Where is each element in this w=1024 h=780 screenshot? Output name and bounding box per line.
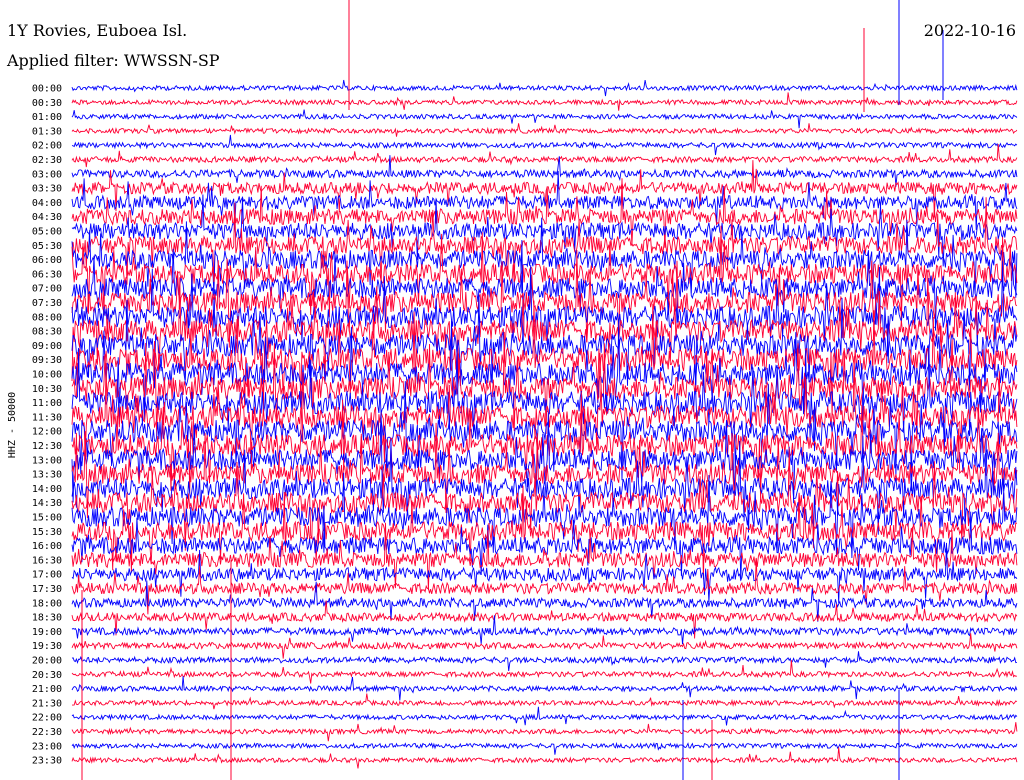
time-tick-label: 21:30: [32, 698, 62, 709]
time-tick-label: 10:30: [32, 384, 62, 395]
time-tick-label: 00:30: [32, 98, 62, 109]
time-tick-label: 11:00: [32, 398, 62, 409]
time-tick-label: 00:00: [32, 84, 62, 95]
helicorder-chart: 00:00 00:30 01:00 01:30 02:00 02:30 03:00 03:30…: [0, 0, 1024, 780]
time-tick-label: 19:30: [32, 641, 62, 652]
filter-label: Applied filter: WWSSN-SP: [6, 51, 220, 70]
time-tick-label: 03:00: [32, 169, 62, 180]
station-title: 1Y Rovies, Euboea Isl.: [7, 21, 187, 40]
time-tick-label: 08:00: [32, 312, 62, 323]
time-tick-label: 14:00: [32, 484, 62, 495]
time-tick-label: 19:00: [32, 627, 62, 638]
date-label: 2022-10-16: [924, 21, 1016, 40]
time-tick-label: 06:30: [32, 269, 62, 280]
time-tick-label: 18:00: [32, 598, 62, 609]
time-tick-label: 22:30: [32, 727, 62, 738]
time-tick-label: 01:30: [32, 126, 62, 137]
time-tick-label: 05:30: [32, 241, 62, 252]
time-tick-label: 23:30: [32, 756, 62, 767]
time-tick-label: 08:30: [32, 327, 62, 338]
time-tick-label: 16:00: [32, 541, 62, 552]
time-tick-label: 12:30: [32, 441, 62, 452]
time-tick-label: 04:30: [32, 212, 62, 223]
time-tick-label: 13:30: [32, 470, 62, 481]
time-tick-label: 07:30: [32, 298, 62, 309]
time-tick-label: 20:30: [32, 670, 62, 681]
time-tick-label: 09:30: [32, 355, 62, 366]
time-tick-label: 23:00: [32, 741, 62, 752]
time-tick-label: 07:00: [32, 284, 62, 295]
time-tick-label: 12:00: [32, 427, 62, 438]
time-tick-label: 11:30: [32, 412, 62, 423]
time-tick-label: 02:30: [32, 155, 62, 166]
time-tick-label: 20:00: [32, 656, 62, 667]
time-tick-label: 10:00: [32, 370, 62, 381]
time-tick-label: 14:30: [32, 498, 62, 509]
time-tick-label: 22:00: [32, 713, 62, 724]
time-tick-label: 15:00: [32, 513, 62, 524]
time-tick-label: 17:30: [32, 584, 62, 595]
time-tick-label: 17:00: [32, 570, 62, 581]
time-tick-label: 13:00: [32, 455, 62, 466]
time-tick-label: 15:30: [32, 527, 62, 538]
time-tick-label: 21:00: [32, 684, 62, 695]
time-tick-label: 05:00: [32, 227, 62, 238]
time-tick-label: 09:00: [32, 341, 62, 352]
time-tick-label: 04:00: [32, 198, 62, 209]
time-tick-label: 06:00: [32, 255, 62, 266]
time-tick-label: 03:30: [32, 184, 62, 195]
time-tick-label: 01:00: [32, 112, 62, 123]
time-tick-label: 18:30: [32, 613, 62, 624]
time-tick-label: 02:00: [32, 141, 62, 152]
time-tick-label: 16:30: [32, 555, 62, 566]
y-axis-label: HHZ - 50000: [7, 392, 18, 458]
